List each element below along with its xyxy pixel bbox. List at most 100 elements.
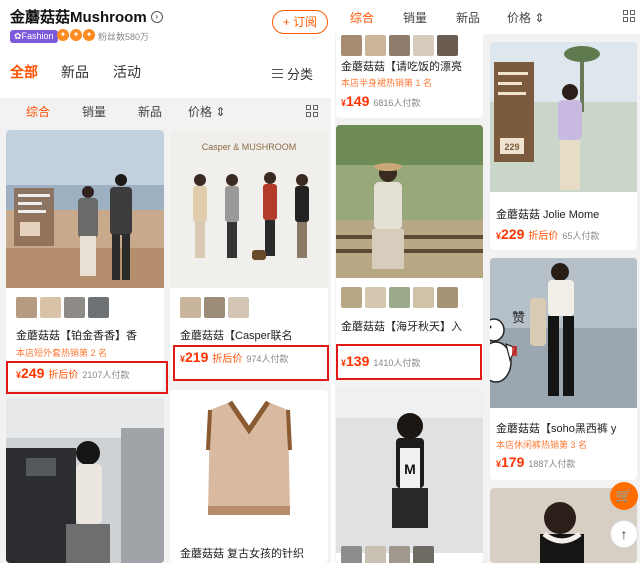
tab-all[interactable]: 全部	[10, 62, 38, 82]
product-photo: M	[336, 388, 483, 553]
medal-icon: ✦	[70, 29, 82, 41]
fans-count: 粉丝数580万	[98, 32, 150, 42]
thumbnail[interactable]	[341, 546, 362, 563]
product-card[interactable]: 赞 金蘑菇菇【soho黑西裤 y 本店休闲裤热销第 3 名 ¥179 1887人…	[490, 258, 637, 480]
sort-overall[interactable]: 综合	[26, 103, 50, 120]
sort-price[interactable]: 价格 ⇕	[507, 9, 544, 26]
product-card[interactable]: 金蘑菇菇【请吃饭的漂亮 本店半身裙热销第 1 名 ¥149 6816人付款	[336, 34, 483, 118]
thumbnail[interactable]	[204, 297, 225, 318]
thumbnail-row	[180, 297, 249, 318]
product-price: ¥219	[180, 349, 209, 365]
product-price: ¥179	[496, 454, 525, 470]
thumbnail[interactable]	[228, 297, 249, 318]
thumbnail-row	[341, 287, 458, 308]
product-price: ¥229	[496, 226, 525, 242]
back-to-top-icon[interactable]: ↑	[610, 520, 638, 548]
thumbnail[interactable]	[437, 35, 458, 56]
sort-overall[interactable]: 综合	[350, 9, 374, 26]
sort-new[interactable]: 新品	[456, 9, 480, 26]
price-tag: 229	[504, 142, 519, 152]
thumbnail[interactable]	[365, 546, 386, 563]
product-price: ¥149	[341, 93, 370, 109]
price-row: ¥149 6816人付款	[341, 93, 420, 109]
thumbnail[interactable]	[341, 287, 362, 308]
sold-count: 1887人付款	[528, 459, 576, 469]
price-row: ¥179 1887人付款	[496, 454, 575, 470]
product-title: 金蘑菇菇 复古女孩的针织	[180, 548, 305, 560]
sort-bar: 综合 销量 新品 价格 ⇕	[0, 98, 331, 124]
sold-count: 1410人付款	[373, 358, 421, 368]
product-photo	[170, 390, 328, 535]
shop-header: 金蘑菇菇Mushroom › ✿Fashion ✦ ✦ ✦ 粉丝数580万 + …	[0, 0, 331, 98]
product-photo: Casper & MUSHROOM	[170, 130, 328, 288]
duck-sticker: 赞	[490, 311, 525, 383]
discount-label: 折后价	[528, 231, 559, 242]
thumbnail[interactable]	[365, 35, 386, 56]
price-row: ¥139 1410人付款	[341, 353, 420, 369]
fashion-badge: ✿Fashion	[10, 30, 58, 43]
thumbnail[interactable]	[64, 297, 85, 318]
thumbnail[interactable]	[40, 297, 61, 318]
product-photo	[6, 130, 164, 288]
shop-name[interactable]: 金蘑菇菇Mushroom ›	[10, 6, 163, 27]
sort-bar: 综合 销量 新品 价格 ⇕	[335, 0, 640, 34]
thumbnail[interactable]	[389, 287, 410, 308]
thumbnail[interactable]	[88, 297, 109, 318]
product-title: 金蘑菇菇 Jolie Mome	[496, 209, 600, 221]
tab-events[interactable]: 活动	[113, 62, 141, 82]
thumbnail[interactable]	[437, 287, 458, 308]
sort-new[interactable]: 新品	[138, 103, 162, 120]
thumbnail[interactable]	[413, 35, 434, 56]
thumbnail-row	[341, 546, 434, 563]
like-sticker-text: 赞	[512, 311, 525, 326]
price-row: ¥219 折后价 974人付款	[180, 349, 288, 365]
category-button[interactable]: 分类	[272, 64, 313, 83]
product-photo	[336, 125, 483, 278]
medal-icon: ✦	[57, 29, 69, 41]
discount-label: 折后价	[48, 370, 79, 381]
thumbnail[interactable]	[365, 287, 386, 308]
product-card[interactable]	[6, 398, 164, 563]
thumbnail[interactable]	[389, 546, 410, 563]
screenshot-composite: 金蘑菇菇Mushroom › ✿Fashion ✦ ✦ ✦ 粉丝数580万 + …	[0, 0, 640, 563]
subscribe-button[interactable]: + 订阅	[272, 10, 328, 34]
shop-page-left: 金蘑菇菇Mushroom › ✿Fashion ✦ ✦ ✦ 粉丝数580万 + …	[0, 0, 331, 563]
sort-sales[interactable]: 销量	[82, 103, 106, 120]
product-price: ¥249	[16, 365, 45, 381]
product-card[interactable]: 金蘑菇菇【铂金香香】香 本店短外套热销第 2 名 ¥249 折后价 2107人付…	[6, 130, 164, 390]
product-card[interactable]: M	[336, 388, 483, 563]
product-photo	[6, 398, 164, 563]
brand-banner: Casper & MUSHROOM	[202, 142, 297, 152]
svg-text:M: M	[404, 461, 416, 477]
product-card[interactable]: Casper & MUSHROOM 金蘑菇菇【Casper联名 ¥219 折后价…	[170, 130, 328, 380]
tab-new[interactable]: 新品	[61, 62, 89, 82]
thumbnail[interactable]	[389, 35, 410, 56]
thumbnail[interactable]	[413, 287, 434, 308]
product-title: 金蘑菇菇【soho黑西裤 y	[496, 423, 617, 435]
price-row: ¥249 折后价 2107人付款	[16, 365, 129, 381]
thumbnail[interactable]	[341, 35, 362, 56]
product-title: 金蘑菇菇【Casper联名	[180, 330, 293, 342]
rank-label: 本店半身裙热销第 1 名	[341, 78, 433, 88]
product-card[interactable]: 金蘑菇菇 复古女孩的针织	[170, 390, 328, 563]
rank-label: 本店休闲裤热销第 3 名	[496, 440, 588, 450]
sort-sales[interactable]: 销量	[403, 9, 427, 26]
sold-count: 2107人付款	[82, 370, 130, 380]
thumbnail[interactable]	[16, 297, 37, 318]
shop-info-arrow-icon[interactable]: ›	[150, 10, 163, 23]
cart-icon[interactable]: 🛒	[610, 482, 638, 510]
thumbnail[interactable]	[180, 297, 201, 318]
shop-name-text: 金蘑菇菇Mushroom	[10, 9, 147, 26]
thumbnail-row	[16, 297, 109, 318]
lines-icon	[272, 69, 283, 78]
product-title: 金蘑菇菇【铂金香香】香	[16, 330, 137, 342]
sort-price[interactable]: 价格 ⇕	[188, 103, 225, 120]
category-tabs: 全部 新品 活动 分类	[0, 62, 331, 88]
product-card[interactable]: 金蘑菇菇【海牙秋天】入 ¥139 1410人付款	[336, 125, 483, 380]
grid-view-icon[interactable]	[306, 105, 318, 117]
grid-view-icon[interactable]	[623, 10, 635, 22]
product-card[interactable]: 229 金蘑菇菇 Jolie Mome ¥229 折后价 65人付款	[490, 42, 637, 250]
thumbnail[interactable]	[413, 546, 434, 563]
rank-label: 本店短外套热销第 2 名	[16, 348, 108, 358]
discount-label: 折后价	[212, 354, 243, 365]
